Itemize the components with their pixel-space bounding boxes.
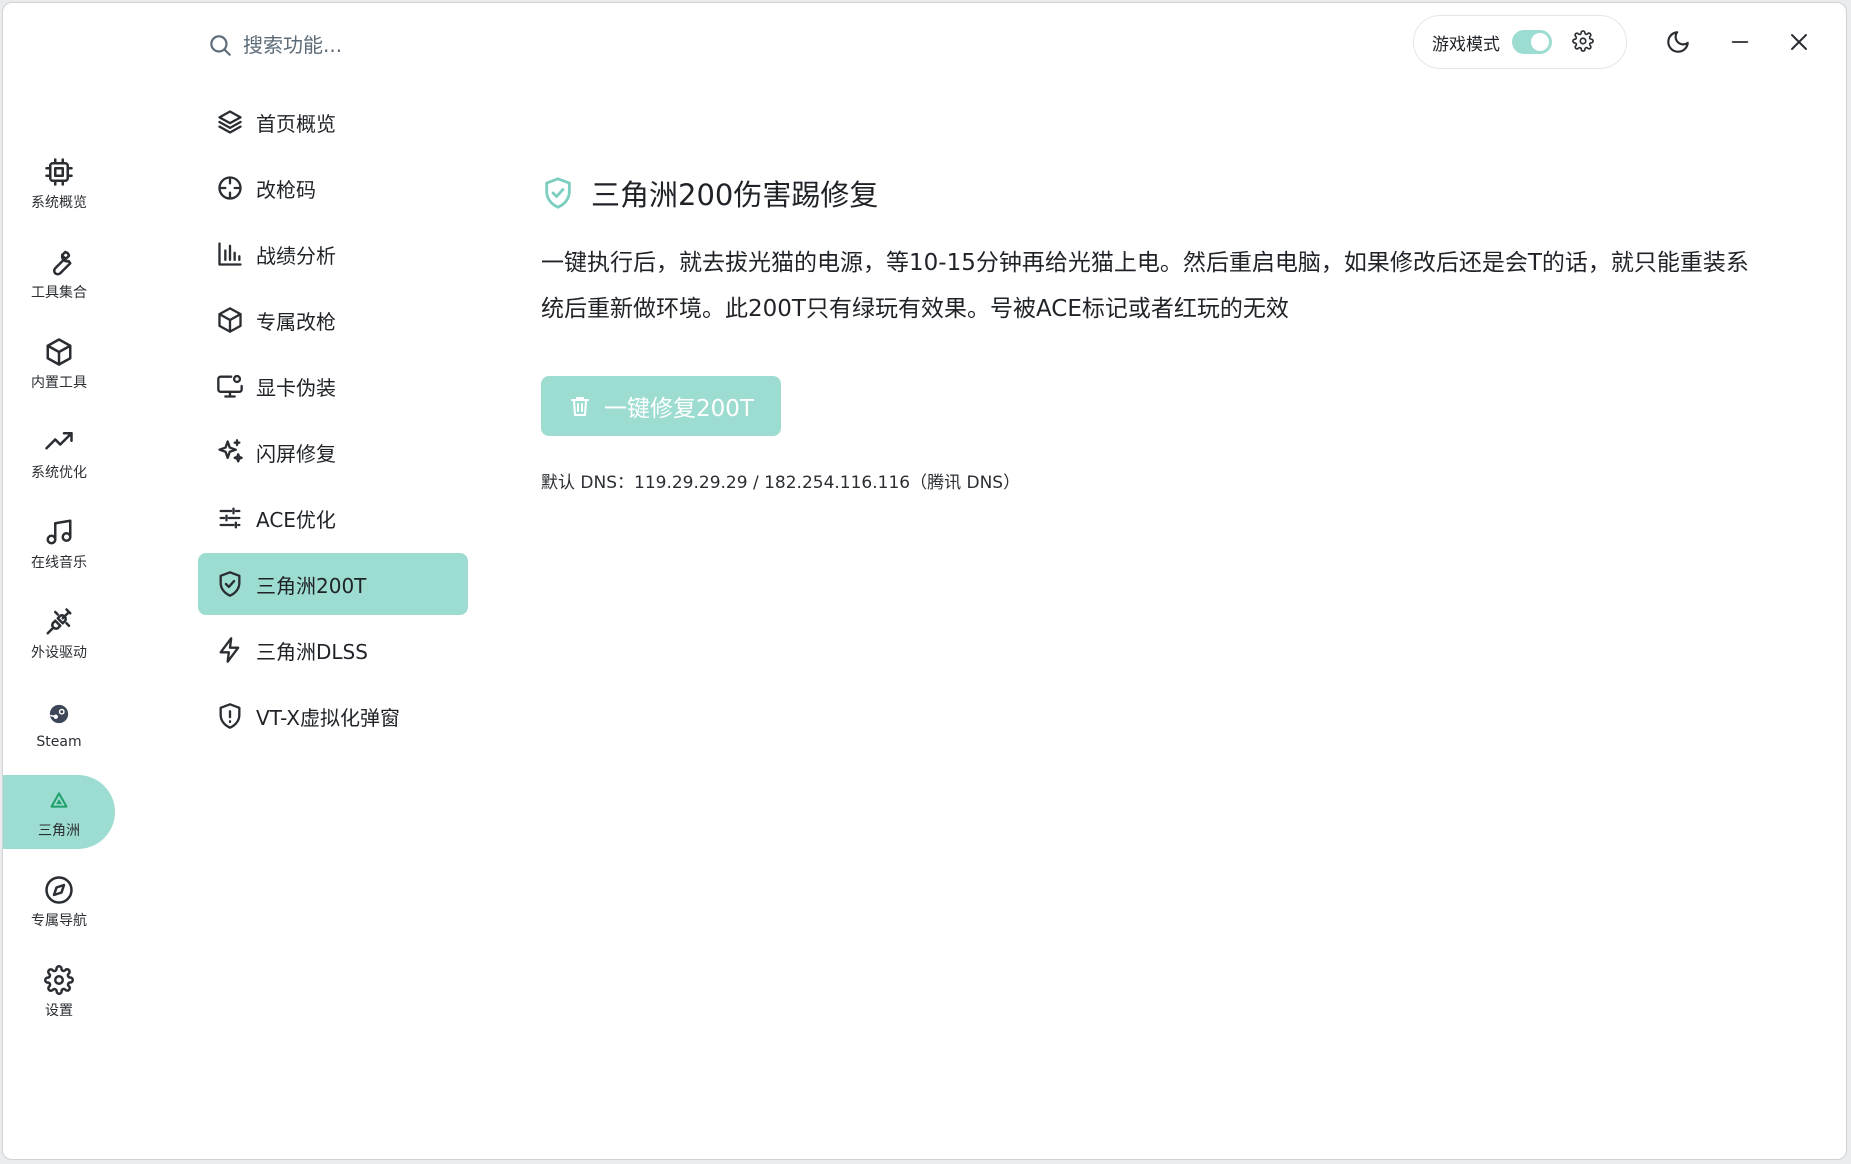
rail-item-label: 系统概览 bbox=[31, 195, 87, 211]
search-bar bbox=[207, 25, 607, 65]
monitor-settings-icon bbox=[214, 370, 246, 402]
dark-mode-moon-icon[interactable] bbox=[1663, 27, 1693, 57]
shield-check-icon bbox=[214, 568, 246, 600]
fix-200t-button-label: 一键修复200T bbox=[604, 396, 754, 422]
submenu-item-label: 显卡伪装 bbox=[256, 375, 336, 400]
fix-200t-button[interactable]: 一键修复200T bbox=[541, 376, 781, 436]
close-icon[interactable] bbox=[1784, 27, 1814, 57]
main-content: 三角洲200伤害踢修复 一键执行后，就去拔光猫的电源，等10-15分钟再给光猫上… bbox=[541, 168, 1781, 493]
submenu-item-label: 战绩分析 bbox=[256, 243, 336, 268]
rail-item-system-overview[interactable]: 系统概览 bbox=[3, 147, 115, 221]
bar-chart-icon bbox=[214, 238, 246, 270]
rail-item-peripheral-drivers[interactable]: 外设驱动 bbox=[3, 597, 115, 671]
rail-item-label: 专属导航 bbox=[31, 913, 87, 929]
submenu-item-label: 三角洲DLSS bbox=[256, 639, 368, 664]
page-title-row: 三角洲200伤害踢修复 bbox=[541, 168, 1781, 218]
shield-check-icon bbox=[541, 176, 575, 210]
description-text: 一键执行后，就去拔光猫的电源，等10-15分钟再给光猫上电。然后重启电脑，如果修… bbox=[541, 250, 1749, 322]
submenu-item-ace-optimize[interactable]: ACE优化 bbox=[198, 487, 468, 549]
sparkles-icon bbox=[214, 436, 246, 468]
gear-icon bbox=[43, 964, 75, 996]
submenu-item-label: 首页概览 bbox=[256, 111, 336, 136]
submenu-item-label: 闪屏修复 bbox=[256, 441, 336, 466]
trending-up-icon bbox=[43, 426, 75, 458]
app-window: 系统概览 工具集合 内置工具 系统优化 在线音乐 外设驱动 Steam 三角洲 … bbox=[2, 2, 1847, 1160]
rail-item-label: 在线音乐 bbox=[31, 555, 87, 571]
rail-item-label: 工具集合 bbox=[31, 285, 87, 301]
game-mode-label: 游戏模式 bbox=[1432, 34, 1500, 55]
rail-item-label: 系统优化 bbox=[31, 465, 87, 481]
lightning-icon bbox=[214, 634, 246, 666]
rail-item-settings[interactable]: 设置 bbox=[3, 955, 115, 1029]
game-mode-toggle[interactable] bbox=[1512, 30, 1552, 54]
submenu-item-gun-code[interactable]: 改枪码 bbox=[198, 157, 468, 219]
submenu-item-delta-dlss[interactable]: 三角洲DLSS bbox=[198, 619, 468, 681]
submenu-item-exclusive-gun[interactable]: 专属改枪 bbox=[198, 289, 468, 351]
submenu-item-delta-200t[interactable]: 三角洲200T bbox=[198, 553, 468, 615]
rail-item-tools[interactable]: 工具集合 bbox=[3, 237, 115, 311]
cube-icon bbox=[43, 336, 75, 368]
rail-item-label: Steam bbox=[36, 734, 82, 750]
wrench-icon bbox=[43, 246, 75, 278]
submenu-item-label: 改枪码 bbox=[256, 177, 316, 202]
submenu-item-gpu-spoof[interactable]: 显卡伪装 bbox=[198, 355, 468, 417]
submenu-item-label: 三角洲200T bbox=[256, 573, 367, 598]
rail-item-label: 外设驱动 bbox=[31, 645, 87, 661]
crosshair-icon bbox=[214, 172, 246, 204]
search-input[interactable] bbox=[243, 33, 543, 57]
search-icon bbox=[207, 32, 233, 58]
page-title: 三角洲200伤害踢修复 bbox=[591, 178, 879, 212]
rail-item-steam[interactable]: Steam bbox=[3, 687, 115, 761]
submenu-item-label: ACE优化 bbox=[256, 507, 336, 532]
rail-item-label: 内置工具 bbox=[31, 375, 87, 391]
game-mode-settings-gear-icon[interactable] bbox=[1572, 30, 1596, 54]
left-rail: 系统概览 工具集合 内置工具 系统优化 在线音乐 外设驱动 Steam 三角洲 … bbox=[3, 3, 118, 1159]
triangle-icon bbox=[43, 784, 75, 816]
rail-item-label: 三角洲 bbox=[38, 823, 80, 839]
music-icon bbox=[43, 516, 75, 548]
plug-icon bbox=[43, 606, 75, 638]
submenu-item-label: VT-X虚拟化弹窗 bbox=[256, 705, 400, 730]
shield-alert-icon bbox=[214, 700, 246, 732]
steam-icon bbox=[43, 698, 75, 730]
trash-icon bbox=[568, 394, 592, 418]
submenu-item-vtx-popup[interactable]: VT-X虚拟化弹窗 bbox=[198, 685, 468, 747]
submenu-item-label: 专属改枪 bbox=[256, 309, 336, 334]
submenu-item-home-overview[interactable]: 首页概览 bbox=[198, 91, 468, 153]
rail-item-exclusive-nav[interactable]: 专属导航 bbox=[3, 865, 115, 939]
toggle-knob bbox=[1531, 33, 1549, 51]
rail-item-online-music[interactable]: 在线音乐 bbox=[3, 507, 115, 581]
rail-item-label: 设置 bbox=[45, 1003, 73, 1019]
layers-icon bbox=[214, 106, 246, 138]
cube-icon bbox=[214, 304, 246, 336]
cpu-icon bbox=[43, 156, 75, 188]
submenu-item-stats-analysis[interactable]: 战绩分析 bbox=[198, 223, 468, 285]
sliders-icon bbox=[214, 502, 246, 534]
game-mode-panel: 游戏模式 bbox=[1413, 15, 1627, 69]
rail-item-builtin-tools[interactable]: 内置工具 bbox=[3, 327, 115, 401]
rail-item-delta-force[interactable]: 三角洲 bbox=[3, 775, 115, 849]
minimize-icon[interactable] bbox=[1725, 27, 1755, 57]
dns-note: 默认 DNS：119.29.29.29 / 182.254.116.116（腾讯… bbox=[541, 473, 1021, 493]
submenu-item-flicker-fix[interactable]: 闪屏修复 bbox=[198, 421, 468, 483]
compass-icon bbox=[43, 874, 75, 906]
rail-item-system-optimize[interactable]: 系统优化 bbox=[3, 417, 115, 491]
